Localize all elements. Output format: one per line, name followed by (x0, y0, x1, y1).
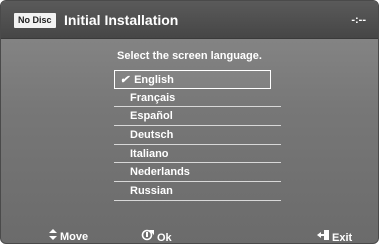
ok-hint[interactable]: Ok (141, 229, 172, 244)
language-option-nederlands[interactable]: Nederlands (114, 163, 281, 183)
language-option-russian[interactable]: Russian (114, 182, 281, 201)
installation-screen: No Disc Initial Installation -:-- Select… (0, 0, 379, 244)
exit-hint[interactable]: Exit (317, 229, 353, 244)
language-option-espanol[interactable]: Español (114, 107, 281, 127)
disc-status-badge: No Disc (14, 13, 56, 28)
language-label: Italiano (130, 147, 169, 160)
ok-label: Ok (157, 231, 172, 244)
language-label: English (134, 74, 174, 86)
page-title: Initial Installation (64, 12, 179, 28)
footer-bar: Move Ok Exit (1, 224, 378, 244)
checkmark-icon: ✔ (120, 74, 130, 86)
language-label: Nederlands (130, 166, 190, 179)
move-label: Move (60, 231, 89, 243)
clock-display: -:-- (351, 14, 366, 26)
language-label: Español (130, 110, 173, 123)
up-down-arrow-icon (49, 229, 57, 243)
language-list: ✔ English Français Español Deutsch Itali… (114, 70, 281, 201)
language-option-italiano[interactable]: Italiano (114, 145, 281, 164)
enter-icon (141, 229, 154, 243)
language-option-francais[interactable]: Français (114, 89, 281, 108)
language-option-deutsch[interactable]: Deutsch (114, 126, 281, 145)
exit-label: Exit (332, 231, 353, 244)
exit-icon (317, 229, 329, 243)
language-option-english[interactable]: ✔ English (114, 70, 271, 89)
language-label: Russian (130, 185, 173, 198)
header-bar: No Disc Initial Installation -:-- (1, 1, 378, 39)
move-hint[interactable]: Move (49, 229, 89, 243)
language-label: Français (130, 91, 176, 104)
language-prompt: Select the screen language. (117, 50, 262, 62)
language-label: Deutsch (130, 129, 174, 142)
